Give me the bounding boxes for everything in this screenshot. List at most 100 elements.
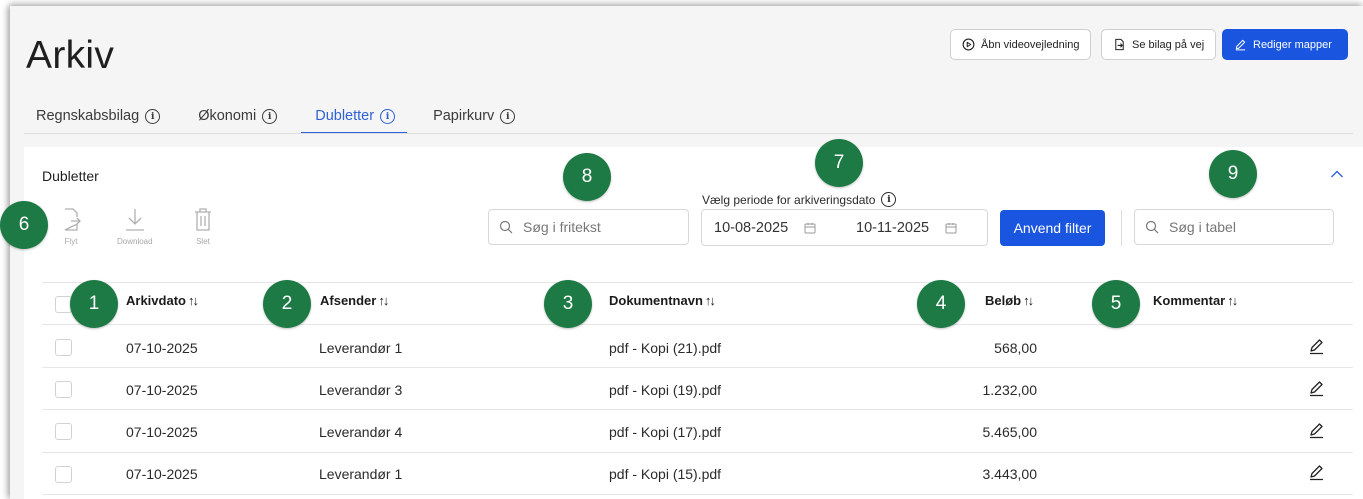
period-label: Vælg periode for arkiveringsdato i (702, 192, 897, 207)
freetext-placeholder: Søg i fritekst (523, 219, 601, 235)
cell-document[interactable]: pdf - Kopi (21).pdf (609, 340, 721, 356)
table-header-border (42, 324, 1353, 325)
callout-badge-1: 1 (70, 280, 118, 328)
table-search-placeholder: Søg i tabel (1169, 219, 1236, 235)
search-icon (499, 220, 513, 234)
info-icon[interactable]: i (380, 108, 396, 124)
date-range-picker[interactable]: 10-08-2025 10-11-2025 (701, 209, 988, 246)
column-header-arkivdato[interactable]: Arkivdato ↑↓ (126, 293, 199, 308)
callout-badge-4: 4 (917, 280, 965, 328)
freetext-search-input[interactable]: Søg i fritekst (488, 209, 689, 245)
column-header-belob[interactable]: Beløb ↑↓ (985, 293, 1034, 308)
row-checkbox[interactable] (55, 423, 72, 440)
view-incoming-button[interactable]: Se bilag på vej (1101, 29, 1217, 60)
cell-date: 07-10-2025 (126, 424, 198, 440)
pencil-icon (1235, 39, 1246, 51)
move-button[interactable]: Flyt (60, 207, 82, 246)
tab-label: Økonomi (198, 108, 257, 124)
tab-bar: Regnskabsbilag i Økonomi i Dubletter i Papi… (36, 108, 553, 134)
apply-filter-button[interactable]: Anvend filter (1000, 210, 1105, 246)
video-guide-label: Åbn videovejledning (981, 38, 1080, 51)
sort-icon[interactable]: ↑↓ (378, 293, 389, 308)
edit-comment-icon[interactable] (1308, 422, 1325, 439)
tab-okonomi[interactable]: Økonomi i (198, 108, 278, 134)
cell-date: 07-10-2025 (126, 382, 198, 398)
column-header-afsender[interactable]: Afsender ↑↓ (320, 293, 389, 308)
edit-comment-icon[interactable] (1308, 338, 1325, 355)
cell-amount: 1.232,00 (982, 382, 1038, 398)
callout-badge-8: 8 (563, 153, 611, 201)
cell-sender: Leverandør 1 (319, 340, 403, 356)
row-checkbox[interactable] (55, 381, 72, 398)
table-search-input[interactable]: Søg i tabel (1134, 209, 1334, 245)
edit-folders-label: Rediger mapper (1253, 38, 1332, 51)
column-label: Afsender (320, 293, 377, 308)
column-header-kommentar[interactable]: Kommentar ↑↓ (1153, 293, 1238, 308)
info-icon[interactable]: i (262, 108, 278, 124)
row-divider (42, 367, 1353, 368)
cell-date: 07-10-2025 (126, 466, 198, 482)
play-circle-icon (962, 38, 975, 51)
page-title: Arkiv (26, 34, 115, 77)
info-icon[interactable]: i (881, 192, 897, 207)
trash-icon (195, 208, 211, 231)
download-label: Download (117, 237, 153, 246)
tab-label: Regnskabsbilag (36, 108, 140, 124)
file-move-icon (64, 208, 81, 231)
row-checkbox[interactable] (55, 339, 72, 356)
tab-label: Papirkurv (433, 108, 495, 124)
row-divider (42, 452, 1353, 453)
date-from-value: 10-08-2025 (714, 219, 789, 236)
cell-amount: 568,00 (994, 340, 1037, 356)
sort-icon[interactable]: ↑↓ (1227, 293, 1238, 308)
edit-comment-icon[interactable] (1308, 380, 1325, 397)
calendar-icon (804, 222, 816, 233)
column-label: Kommentar (1153, 293, 1226, 308)
row-divider (42, 409, 1353, 410)
download-icon (125, 209, 144, 231)
date-from-field[interactable]: 10-08-2025 (702, 220, 844, 236)
sort-icon[interactable]: ↑↓ (1023, 293, 1034, 308)
column-label: Arkivdato (126, 293, 186, 308)
cell-amount: 5.465,00 (982, 424, 1038, 440)
cell-document[interactable]: pdf - Kopi (19).pdf (609, 382, 721, 398)
column-header-dokumentnavn[interactable]: Dokumentnavn ↑↓ (609, 293, 716, 308)
section-title: Dubletter (42, 168, 99, 184)
callout-badge-9: 9 (1209, 150, 1257, 198)
tabs-divider (24, 133, 1353, 134)
row-checkbox[interactable] (55, 466, 72, 483)
table-top-border (42, 282, 1353, 283)
calendar-icon (945, 222, 957, 233)
sort-icon[interactable]: ↑↓ (188, 293, 199, 308)
sort-icon[interactable]: ↑↓ (705, 293, 716, 308)
column-label: Dokumentnavn (609, 293, 703, 308)
download-button[interactable]: Download (117, 207, 153, 246)
info-icon[interactable]: i (145, 108, 161, 124)
cell-document[interactable]: pdf - Kopi (17).pdf (609, 424, 721, 440)
video-guide-button[interactable]: Åbn videovejledning (950, 29, 1092, 60)
date-to-field[interactable]: 10-11-2025 (844, 220, 987, 236)
delete-button[interactable]: Slet (192, 207, 214, 246)
callout-badge-5: 5 (1092, 280, 1140, 328)
tab-papirkurv[interactable]: Papirkurv i (433, 108, 516, 134)
edit-folders-button[interactable]: Rediger mapper (1222, 29, 1348, 60)
cell-date: 07-10-2025 (126, 340, 198, 356)
callout-badge-3: 3 (544, 280, 592, 328)
delete-label: Slet (196, 237, 210, 246)
tab-regnskabsbilag[interactable]: Regnskabsbilag i (36, 108, 161, 134)
cell-sender: Leverandør 3 (319, 382, 403, 398)
tab-dubletter[interactable]: Dubletter i (301, 108, 407, 134)
row-divider (42, 494, 1353, 495)
chevron-up-icon[interactable] (1330, 169, 1344, 179)
cell-sender: Leverandør 4 (319, 424, 403, 440)
callout-badge-2: 2 (263, 280, 311, 328)
cell-sender: Leverandør 1 (319, 466, 403, 482)
filter-divider (1121, 210, 1122, 246)
move-label: Flyt (64, 237, 78, 246)
info-icon[interactable]: i (500, 108, 516, 124)
cell-document[interactable]: pdf - Kopi (15).pdf (609, 466, 721, 482)
period-label-text: Vælg periode for arkiveringsdato (702, 192, 876, 207)
cell-amount: 3.443,00 (982, 466, 1038, 482)
edit-comment-icon[interactable] (1308, 464, 1325, 481)
date-to-value: 10-11-2025 (856, 219, 930, 236)
